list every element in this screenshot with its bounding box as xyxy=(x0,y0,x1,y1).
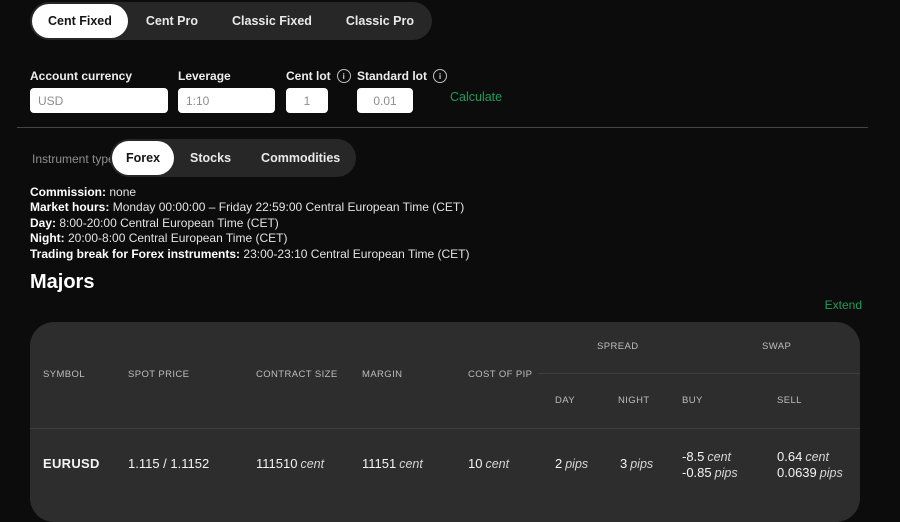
cell-contract-size: 111510 cent xyxy=(256,456,324,471)
detail-value: 23:00-23:10 Central European Time (CET) xyxy=(243,246,470,261)
cent-lot-input[interactable] xyxy=(286,88,328,113)
account-currency-label-text: Account currency xyxy=(30,69,133,83)
swap-sell-cent-line: 0.64 cent xyxy=(777,449,829,464)
value: 10 xyxy=(468,456,483,471)
account-currency-input[interactable] xyxy=(30,88,168,113)
cell-cost-of-pip: 10 cent xyxy=(468,456,509,471)
unit: cent xyxy=(485,457,510,471)
cell-spread-day: 2 pips xyxy=(555,456,588,471)
detail-value: Monday 00:00:00 – Friday 22:59:00 Centra… xyxy=(112,200,465,215)
column-header-symbol: SYMBOL xyxy=(43,369,85,380)
cell-spot-price: 1.115 / 1.1152 xyxy=(128,456,210,471)
unit: pips xyxy=(630,457,654,471)
unit: cent xyxy=(399,457,423,471)
value: 11151 xyxy=(362,456,397,471)
tab-forex[interactable]: Forex xyxy=(112,141,175,175)
standard-lot-input[interactable] xyxy=(357,88,413,113)
column-header-spot-price: SPOT PRICE xyxy=(128,369,190,380)
cell-swap-sell: 0.64 cent 0.0639 pips xyxy=(777,449,843,481)
value: -8.5 xyxy=(682,449,705,464)
value: 3 xyxy=(620,456,628,471)
leverage-input[interactable] xyxy=(178,88,275,113)
cent-lot-label-text: Cent lot xyxy=(286,69,331,83)
calculate-button[interactable]: Calculate xyxy=(450,90,502,104)
detail-label: Commission: xyxy=(30,185,107,199)
tab-commodities[interactable]: Commodities xyxy=(247,141,354,175)
instrument-details: Commission: none Market hours: Monday 00… xyxy=(30,185,470,262)
detail-label: Night: xyxy=(30,231,65,246)
column-header-swap-buy: BUY xyxy=(682,395,703,406)
instrument-type-label: Instrument type xyxy=(32,152,115,166)
detail-day: Day: 8:00-20:00 Central European Time (C… xyxy=(30,216,470,231)
tab-classic-fixed[interactable]: Classic Fixed xyxy=(216,4,328,38)
detail-trading-break: Trading break for Forex instruments: 23:… xyxy=(30,247,470,262)
value: 0.0639 xyxy=(777,465,817,480)
extend-link[interactable]: Extend xyxy=(825,298,862,312)
detail-night: Night: 20:00-8:00 Central European Time … xyxy=(30,231,470,246)
account-type-tabs: Cent Fixed Cent Pro Classic Fixed Classi… xyxy=(30,2,432,40)
unit: cent xyxy=(805,450,829,464)
unit: pips xyxy=(565,457,589,471)
unit: pips xyxy=(819,466,843,480)
cell-spread-night: 3 pips xyxy=(620,456,653,471)
unit: cent xyxy=(300,457,325,471)
account-currency-label: Account currency xyxy=(30,69,132,83)
header-row-divider xyxy=(30,428,860,429)
detail-market-hours: Market hours: Monday 00:00:00 – Friday 2… xyxy=(30,200,470,215)
tab-cent-pro[interactable]: Cent Pro xyxy=(130,4,214,38)
leverage-label-text: Leverage xyxy=(178,69,231,83)
leverage-label: Leverage xyxy=(178,69,231,83)
value: 111510 xyxy=(256,456,298,471)
value: 2 xyxy=(555,456,563,471)
standard-lot-label: Standard lot i xyxy=(357,69,448,83)
detail-value: 20:00-8:00 Central European Time (CET) xyxy=(68,231,288,246)
detail-commission: Commission: none xyxy=(30,185,470,200)
group-header-divider xyxy=(538,373,860,374)
swap-buy-cent-line: -8.5 cent xyxy=(682,449,731,464)
tab-classic-pro[interactable]: Classic Pro xyxy=(330,4,430,38)
standard-lot-label-text: Standard lot xyxy=(357,69,428,83)
detail-label: Market hours: xyxy=(30,200,110,215)
tab-stocks[interactable]: Stocks xyxy=(176,141,245,175)
info-icon[interactable]: i xyxy=(336,69,351,83)
info-icon[interactable]: i xyxy=(433,69,448,83)
cell-symbol: EURUSD xyxy=(43,456,100,471)
column-header-margin: MARGIN xyxy=(362,369,403,380)
value: 0.64 xyxy=(777,449,803,464)
cent-lot-label: Cent lot i xyxy=(286,69,351,83)
column-header-swap-sell: SELL xyxy=(777,395,802,406)
detail-value: none xyxy=(109,185,137,199)
majors-table: SPREAD SWAP SYMBOL SPOT PRICE CONTRACT S… xyxy=(30,322,860,522)
instrument-type-tabs: Forex Stocks Commodities xyxy=(110,139,357,177)
detail-label: Trading break for Forex instruments: xyxy=(30,246,241,261)
section-divider xyxy=(17,127,868,128)
unit: cent xyxy=(707,450,732,464)
column-header-contract-size: CONTRACT SIZE xyxy=(256,369,338,380)
column-header-spread-day: DAY xyxy=(555,395,576,406)
cell-swap-buy: -8.5 cent -0.85 pips xyxy=(682,449,738,481)
column-header-cost-of-pip: COST OF PIP xyxy=(468,369,533,380)
cell-margin: 11151 cent xyxy=(362,456,423,471)
section-title: Majors xyxy=(30,271,95,293)
column-group-spread: SPREAD xyxy=(597,341,639,352)
column-group-swap: SWAP xyxy=(762,341,792,352)
swap-sell-pips-line: 0.0639 pips xyxy=(777,465,843,480)
tab-cent-fixed[interactable]: Cent Fixed xyxy=(32,4,128,38)
detail-value: 8:00-20:00 Central European Time (CET) xyxy=(59,215,279,230)
column-header-spread-night: NIGHT xyxy=(618,395,650,406)
unit: pips xyxy=(714,466,738,480)
swap-buy-pips-line: -0.85 pips xyxy=(682,465,738,480)
detail-label: Day: xyxy=(30,215,57,230)
value: -0.85 xyxy=(682,465,712,480)
